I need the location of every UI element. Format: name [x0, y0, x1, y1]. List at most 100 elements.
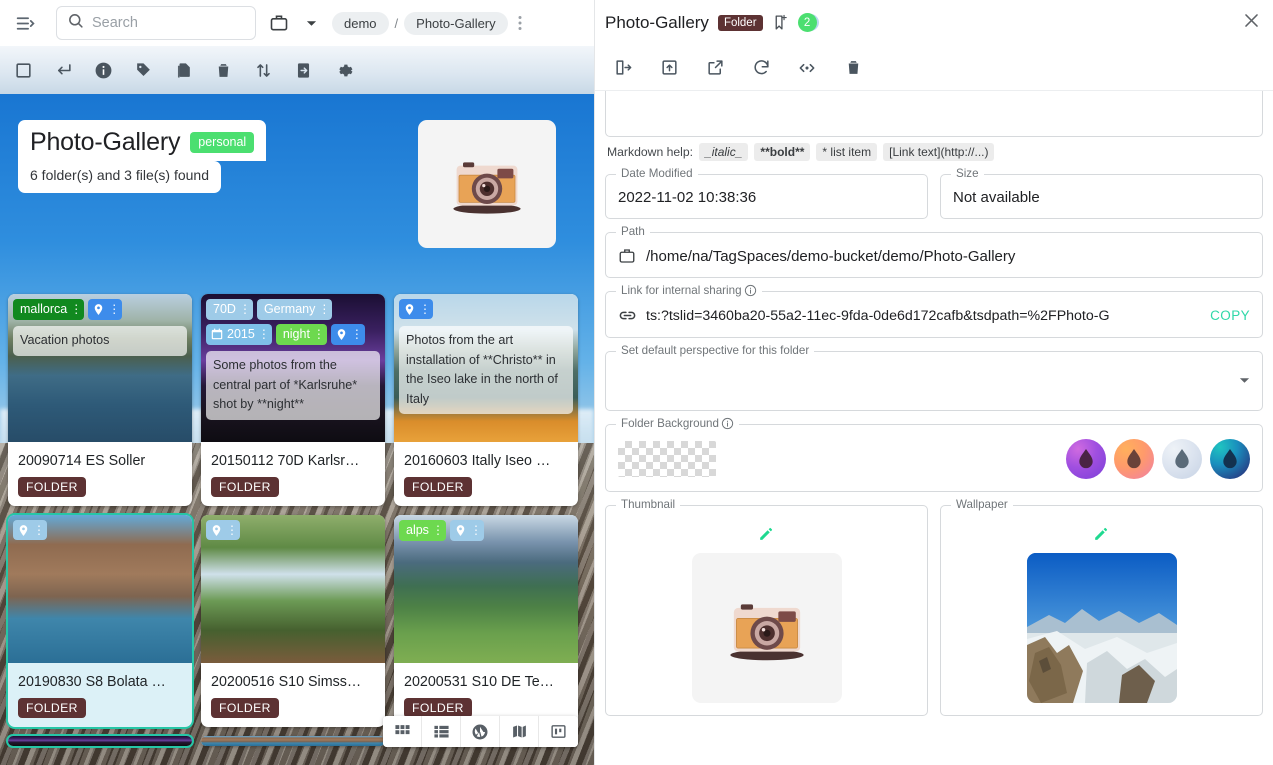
open-in-main-area-icon[interactable]: [611, 56, 635, 80]
tag-menu-icon[interactable]: ⋮: [226, 522, 238, 538]
briefcase-icon[interactable]: [262, 6, 296, 40]
tag-menu-icon[interactable]: ⋮: [70, 301, 82, 317]
card-tag-strip: mallorca ⋮ ⋮: [13, 299, 187, 320]
info-circle-icon[interactable]: [744, 284, 757, 297]
tag-date-2015[interactable]: 2015 ⋮: [206, 323, 272, 345]
map-perspective-icon[interactable]: [500, 716, 539, 747]
tag-geo-location[interactable]: ⋮: [206, 520, 240, 541]
edit-pencil-icon[interactable]: [618, 520, 915, 553]
breadcrumb-item-photo-gallery[interactable]: Photo-Gallery: [404, 11, 508, 35]
gallery-perspective-icon[interactable]: [461, 716, 500, 747]
background-swatch-light-blue-gradient[interactable]: [1162, 439, 1202, 479]
file-grid: mallorca ⋮ ⋮ Vacation photos 20090714 ES…: [0, 294, 594, 746]
sort-icon[interactable]: [250, 57, 276, 83]
reload-icon[interactable]: [749, 56, 773, 80]
tag-menu-icon[interactable]: ⋮: [419, 301, 431, 317]
description-textarea[interactable]: [605, 91, 1263, 137]
grid-card-soller[interactable]: mallorca ⋮ ⋮ Vacation photos 20090714 ES…: [8, 294, 192, 506]
card-title: 20200516 S10 Simss…: [211, 674, 362, 690]
tag-geo-location[interactable]: ⋮: [13, 520, 47, 541]
location-pin-icon: [337, 328, 346, 340]
breadcrumb-more-icon[interactable]: [510, 12, 530, 34]
copy-link-button[interactable]: COPY: [1210, 308, 1250, 323]
edit-pencil-icon[interactable]: [953, 520, 1250, 553]
chevron-down-icon[interactable]: [1239, 375, 1250, 389]
search-input[interactable]: Search: [56, 6, 256, 40]
card-type-badge: FOLDER: [211, 698, 279, 718]
add-bookmark-icon[interactable]: [772, 14, 789, 31]
app-root: Search demo / Photo-Gallery Photo-Galler…: [0, 0, 1273, 765]
markdown-help: Markdown help: _italic_ **bold** * list …: [605, 137, 1263, 161]
tag-menu-icon[interactable]: ⋮: [313, 326, 325, 342]
droplet-icon: [1079, 449, 1093, 469]
card-tag-strip: 70D ⋮ Germany ⋮ 2015 ⋮ night ⋮ ⋮: [206, 299, 380, 345]
grid-perspective-icon[interactable]: [383, 716, 422, 747]
tag-count-badge: 2: [797, 13, 817, 32]
open-parent-folder-icon[interactable]: [657, 56, 681, 80]
tag-geo-location[interactable]: ⋮: [449, 520, 484, 541]
tag-germany[interactable]: Germany ⋮: [256, 299, 333, 320]
tag-geo-location[interactable]: ⋮: [399, 299, 433, 320]
tag-mallorca[interactable]: mallorca ⋮: [13, 299, 85, 320]
background-swatch-orange-pink-gradient[interactable]: [1114, 439, 1154, 479]
copy-icon[interactable]: [170, 57, 196, 83]
info-icon[interactable]: [90, 57, 116, 83]
search-icon: [67, 12, 84, 34]
background-swatch-purple-gradient[interactable]: [1066, 439, 1106, 479]
kanban-perspective-icon[interactable]: [539, 716, 578, 747]
breadcrumb-item-demo[interactable]: demo: [332, 11, 389, 35]
location-pin-icon: [405, 303, 414, 315]
grid-card-bolata[interactable]: ⋮ 20190830 S8 Bolata … FOLDER: [8, 515, 192, 727]
hamburger-menu-icon[interactable]: [8, 6, 42, 40]
grid-card-karlsruhe[interactable]: 70D ⋮ Germany ⋮ 2015 ⋮ night ⋮ ⋮ Some ph…: [201, 294, 385, 506]
tag-menu-icon[interactable]: ⋮: [258, 326, 270, 342]
grid-card-simssee[interactable]: ⋮ 20200516 S10 Simss… FOLDER: [201, 515, 385, 727]
grid-card-tegernsee[interactable]: alps ⋮ ⋮ 20200531 S10 DE Te… FOLDER: [394, 515, 578, 727]
tag-menu-icon[interactable]: ⋮: [432, 522, 444, 538]
tag-menu-icon[interactable]: ⋮: [33, 522, 45, 538]
droplet-icon: [1223, 449, 1237, 469]
delete-icon[interactable]: [841, 56, 865, 80]
sharing-link-label: Link for internal sharing: [616, 284, 762, 297]
move-to-icon[interactable]: [290, 57, 316, 83]
grid-card-iseo[interactable]: ⋮ Photos from the art installation of **…: [394, 294, 578, 506]
folder-tag-personal[interactable]: personal: [190, 132, 255, 153]
navigate-back-icon[interactable]: [50, 57, 76, 83]
tag-icon[interactable]: [130, 57, 156, 83]
resize-panel-icon[interactable]: [795, 56, 819, 80]
breadcrumb-separator: /: [394, 15, 399, 31]
camera-thumbnail[interactable]: [691, 553, 842, 703]
search-placeholder: Search: [92, 15, 138, 31]
card-tag-strip: ⋮: [13, 520, 187, 541]
background-swatch-teal-navy-gradient[interactable]: [1210, 439, 1250, 479]
select-all-checkbox-icon[interactable]: [10, 57, 36, 83]
entry-type-badge: Folder: [717, 14, 763, 31]
tag-menu-icon[interactable]: ⋮: [239, 301, 251, 317]
tag-menu-icon[interactable]: ⋮: [108, 301, 120, 317]
tag-geo-location[interactable]: ⋮: [88, 299, 123, 320]
tag-night[interactable]: night ⋮: [275, 323, 327, 345]
mountain-photo[interactable]: [1026, 553, 1177, 703]
list-perspective-icon[interactable]: [422, 716, 461, 747]
tag-geo-location[interactable]: ⋮: [330, 323, 365, 345]
tag-menu-icon[interactable]: ⋮: [318, 301, 330, 317]
date-modified-value: 2022-11-02 10:38:36: [618, 189, 757, 206]
card-type-badge: FOLDER: [18, 698, 86, 718]
grid-card-partial-1[interactable]: [8, 736, 192, 746]
location-dropdown-chevron-icon[interactable]: [302, 6, 320, 40]
grid-card-partial-2[interactable]: [201, 736, 385, 746]
default-perspective-field[interactable]: Set default perspective for this folder: [605, 344, 1263, 411]
card-title: 20190830 S8 Bolata …: [18, 674, 166, 690]
settings-gear-icon[interactable]: [330, 57, 356, 83]
tag-menu-icon[interactable]: ⋮: [351, 326, 363, 342]
delete-icon[interactable]: [210, 57, 236, 83]
folder-content-area: Photo-Gallery personal 6 folder(s) and 3…: [0, 94, 594, 765]
open-natively-icon[interactable]: [703, 56, 727, 80]
tag-70d[interactable]: 70D ⋮: [206, 299, 253, 320]
tag-alps[interactable]: alps ⋮: [399, 520, 446, 541]
card-thumbnail: mallorca ⋮ ⋮ Vacation photos: [8, 294, 192, 442]
info-circle-icon[interactable]: [721, 417, 734, 430]
tag-menu-icon[interactable]: ⋮: [470, 522, 482, 538]
close-icon[interactable]: [1242, 11, 1261, 35]
card-title: 20090714 ES Soller: [18, 453, 146, 469]
